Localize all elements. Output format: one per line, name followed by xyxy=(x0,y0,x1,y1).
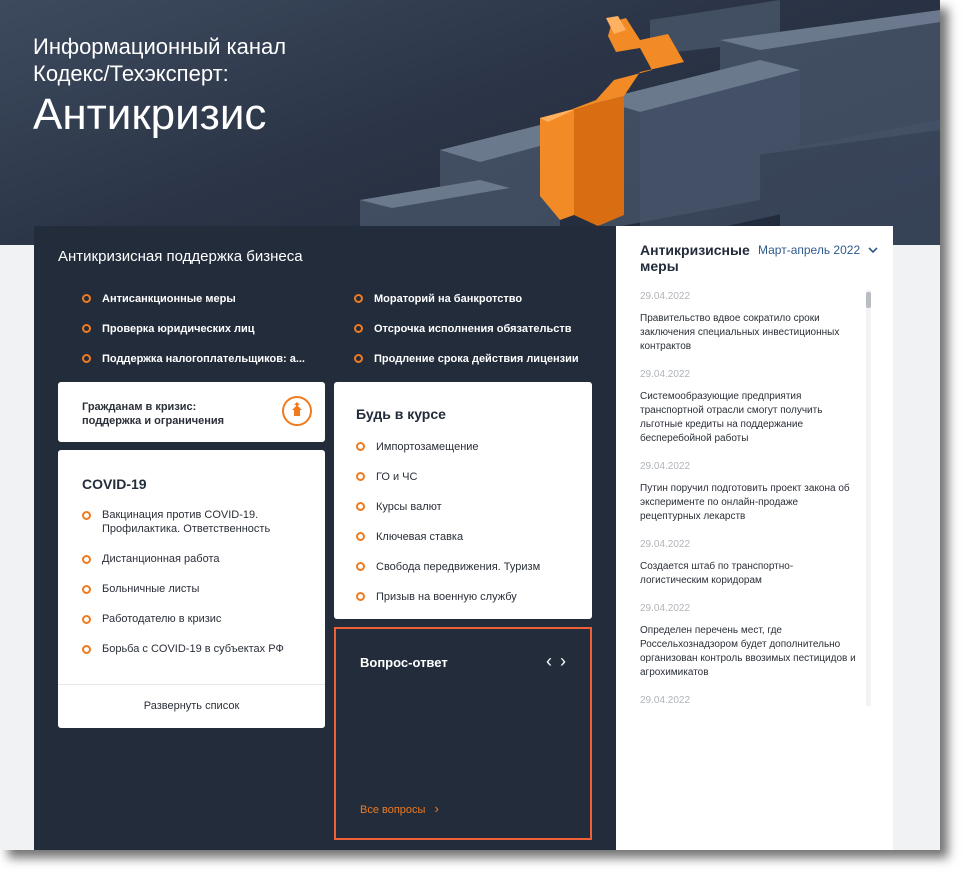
covid-link[interactable]: Больничные листы xyxy=(82,582,312,596)
scrollbar-thumb[interactable] xyxy=(866,292,871,308)
expand-list-button[interactable]: Развернуть список xyxy=(58,700,325,712)
stay-informed-list: Импортозамещение ГО и ЧС Курсы валют Клю… xyxy=(356,440,540,620)
bullet-icon xyxy=(82,555,91,564)
bullet-icon xyxy=(82,615,91,624)
bullet-icon xyxy=(354,353,363,363)
bullet-icon xyxy=(356,441,365,451)
hero-title: Информационный канал Кодекс/Техэксперт: … xyxy=(33,33,286,141)
business-support-panel: Антикризисная поддержка бизнеса Антисанк… xyxy=(34,226,616,850)
measures-title: Антикризисные меры xyxy=(640,242,750,274)
bullet-icon xyxy=(82,645,91,654)
business-links-right: Мораторий на банкротство Отсрочка исполн… xyxy=(354,292,579,382)
business-link[interactable]: Антисанкционные меры xyxy=(82,292,305,322)
bullet-icon xyxy=(82,293,91,303)
hero-line-2: Кодекс/Техэксперт: xyxy=(33,61,229,86)
bullet-icon xyxy=(356,561,365,571)
news-item[interactable]: Определен перечень мест, где Россельхозн… xyxy=(640,624,860,680)
stay-informed-card: Будь в курсе Импортозамещение ГО и ЧС Ку… xyxy=(334,382,592,619)
all-questions-link[interactable]: Все вопросы › xyxy=(360,801,439,816)
business-link[interactable]: Мораторий на банкротство xyxy=(354,292,579,322)
page-frame: Информационный канал Кодекс/Техэксперт: … xyxy=(0,0,940,850)
bullet-icon xyxy=(354,293,363,303)
news-item[interactable]: Путин поручил подготовить проект закона … xyxy=(640,482,860,524)
measures-panel: Антикризисные меры Март-апрель 2022 29.0… xyxy=(616,226,893,850)
chevron-down-icon xyxy=(868,247,879,254)
covid-card: COVID-19 Вакцинация против COVID-19. Про… xyxy=(58,450,325,728)
news-item[interactable]: Правительство вдвое сократило сроки закл… xyxy=(640,312,860,354)
feed-scrollbar[interactable] xyxy=(866,290,871,706)
house-up-arrow-icon xyxy=(282,396,312,426)
news-date: 29.04.2022 xyxy=(640,695,691,706)
bullet-icon xyxy=(356,591,365,601)
stay-informed-link[interactable]: Свобода передвижения. Туризм xyxy=(356,560,540,590)
covid-list: Вакцинация против COVID-19. Профилактика… xyxy=(82,508,312,672)
stay-informed-link[interactable]: Курсы валют xyxy=(356,500,540,530)
hero-line-1: Информационный канал xyxy=(33,34,287,59)
covid-link[interactable]: Борьба с COVID-19 в субъектах РФ xyxy=(82,642,312,656)
hero-banner: Информационный канал Кодекс/Техэксперт: … xyxy=(0,0,940,245)
news-date: 29.04.2022 xyxy=(640,291,691,302)
news-feed: 29.04.2022 Правительство вдвое сократило… xyxy=(640,290,860,706)
bullet-icon xyxy=(82,323,91,333)
qa-title: Вопрос-ответ xyxy=(360,655,448,670)
business-links-left: Антисанкционные меры Проверка юридически… xyxy=(82,292,305,382)
divider xyxy=(58,684,325,685)
qa-widget: Вопрос-ответ ‹› Все вопросы › xyxy=(334,627,592,840)
qa-nav: ‹› xyxy=(546,651,574,672)
covid-link[interactable]: Дистанционная работа xyxy=(82,552,312,566)
news-date: 29.04.2022 xyxy=(640,369,691,380)
bullet-icon xyxy=(82,511,91,520)
stay-informed-link[interactable]: Ключевая ставка xyxy=(356,530,540,560)
citizens-card-text: Гражданам в кризис: поддержка и ограниче… xyxy=(82,401,225,427)
business-link[interactable]: Поддержка налогоплательщиков: а... xyxy=(82,352,305,382)
news-item[interactable]: Создается штаб по транспортно-логистичес… xyxy=(640,560,860,588)
news-date: 29.04.2022 xyxy=(640,603,691,614)
bullet-icon xyxy=(82,585,91,594)
business-link[interactable]: Отсрочка исполнения обязательств xyxy=(354,322,579,352)
bullet-icon xyxy=(356,501,365,511)
news-item[interactable]: Системообразующие предприятия транспортн… xyxy=(640,390,860,446)
bullet-icon xyxy=(356,531,365,541)
covid-title: COVID-19 xyxy=(82,476,147,492)
chevron-left-icon[interactable]: ‹ xyxy=(546,651,560,671)
covid-link[interactable]: Вакцинация против COVID-19. Профилактика… xyxy=(82,508,312,536)
stay-informed-link[interactable]: Импортозамещение xyxy=(356,440,540,470)
stay-informed-link[interactable]: ГО и ЧС xyxy=(356,470,540,500)
period-dropdown[interactable]: Март-апрель 2022 xyxy=(758,243,879,257)
chevron-right-icon[interactable]: › xyxy=(560,651,574,671)
citizens-card[interactable]: Гражданам в кризис: поддержка и ограниче… xyxy=(58,382,325,442)
bullet-icon xyxy=(82,353,91,363)
business-support-title: Антикризисная поддержка бизнеса xyxy=(58,248,303,265)
hero-heading: Антикризис xyxy=(33,90,267,139)
bullet-icon xyxy=(356,471,365,481)
stay-informed-link[interactable]: Призыв на военную службу xyxy=(356,590,540,620)
business-link[interactable]: Продление срока действия лицензии xyxy=(354,352,579,382)
business-link[interactable]: Проверка юридических лиц xyxy=(82,322,305,352)
bullet-icon xyxy=(354,323,363,333)
news-date: 29.04.2022 xyxy=(640,461,691,472)
stay-informed-title: Будь в курсе xyxy=(356,406,446,422)
covid-link[interactable]: Работодателю в кризис xyxy=(82,612,312,626)
chevron-right-icon: › xyxy=(434,801,439,816)
news-date: 29.04.2022 xyxy=(640,539,691,550)
